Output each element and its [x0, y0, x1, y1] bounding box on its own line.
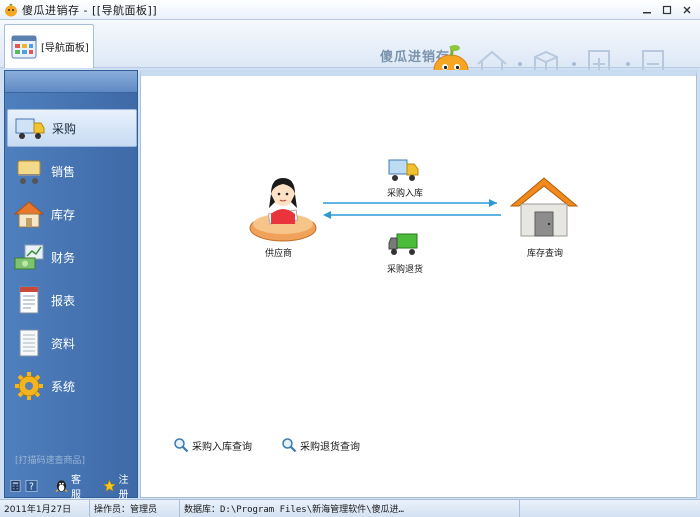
status-empty [520, 500, 700, 517]
supplier-node[interactable] [245, 172, 321, 248]
magnifier-icon [282, 438, 297, 453]
blue-truck-icon [388, 159, 419, 181]
purchase-in-node[interactable] [387, 156, 421, 184]
status-date: 2011年1月27日 [0, 499, 90, 517]
sidebar-item-label: 资料 [51, 336, 76, 351]
calculator-icon[interactable] [9, 479, 22, 493]
app-logo-icon [5, 3, 17, 16]
sidebar-item-finance[interactable]: 财务 [7, 238, 137, 276]
document-icon [19, 329, 39, 357]
maximize-icon[interactable] [658, 2, 676, 17]
window-title: 傻瓜进销存 - [[导航面板]] [22, 3, 158, 17]
money-chart-icon [14, 244, 44, 270]
purchase-in-query-link[interactable]: 采购入库查询 [173, 437, 252, 453]
sidebar-item-system[interactable]: 系统 [7, 367, 137, 405]
sidebar-item-label: 销售 [51, 164, 76, 179]
toolbar-separator [626, 62, 630, 66]
window-grid-icon [11, 35, 37, 58]
close-icon[interactable] [678, 2, 696, 17]
help-icon[interactable]: ? [25, 479, 38, 493]
warehouse-icon [509, 177, 579, 237]
toolbar: [导航面板] 傻瓜进销存 [0, 20, 700, 86]
sidebar-item-label: 财务 [51, 250, 76, 265]
inventory-query-node[interactable] [509, 172, 579, 242]
inventory-query-label: 库存查询 [527, 249, 564, 259]
title-bar: 傻瓜进销存 - [[导航面板]] [0, 0, 700, 20]
register-link[interactable]: 注册 [118, 471, 137, 501]
magnifier-icon [174, 438, 189, 453]
sidebar-item-purchase[interactable]: 采购 [7, 109, 137, 147]
supplier-person-icon [249, 178, 317, 242]
query-link-label: 采购退货查询 [300, 441, 360, 453]
sidebar-item-report[interactable]: 报表 [7, 281, 137, 319]
green-truck-icon [388, 233, 418, 255]
sidebar-bottom-bar: ? 客服 注册 [5, 475, 137, 501]
purchase-return-arrow [323, 211, 501, 219]
toolbar-separator [572, 62, 576, 66]
qq-penguin-icon [55, 480, 68, 493]
barcode-search-hint[interactable]: [打描码速查商品] [15, 453, 85, 466]
sidebar-item-label: 库存 [51, 207, 76, 222]
sidebar-item-data[interactable]: 资料 [7, 324, 137, 362]
sidebar: 采购 销售 库存 财务 报表 资料 系统 [打描码速查商品] ? 客服 注册 [4, 70, 138, 501]
status-operator: 操作员：管理员 [90, 499, 180, 517]
purchase-return-node[interactable] [387, 230, 421, 258]
sidebar-header [5, 71, 137, 93]
purchase-return-query-link[interactable]: 采购退货查询 [281, 437, 360, 453]
customer-service-link[interactable]: 客服 [71, 471, 90, 501]
query-link-label: 采购入库查询 [192, 441, 252, 453]
supplier-label: 供应商 [265, 249, 293, 259]
window-controls [638, 2, 696, 17]
report-icon [19, 286, 39, 314]
cart-icon [17, 160, 41, 184]
status-bar: 2011年1月27日 操作员：管理员 数据库：D:\Program Files\… [0, 499, 700, 517]
purchase-return-label[interactable]: 采购退货 [387, 262, 423, 275]
sidebar-item-label: 报表 [51, 293, 76, 308]
status-database: 数据库：D:\Program Files\新海管理软件\傻瓜进… [180, 499, 520, 517]
purchase-in-arrow [323, 199, 497, 207]
truck-icon [15, 118, 45, 139]
toolbar-separator [518, 62, 522, 66]
svg-text:?: ? [29, 482, 34, 493]
gear-icon [15, 372, 43, 400]
house-icon [13, 201, 45, 228]
minimize-icon[interactable] [638, 2, 656, 17]
sidebar-item-sales[interactable]: 销售 [7, 152, 137, 190]
tab-label: [导航面板] [41, 43, 89, 54]
sidebar-item-label: 采购 [52, 121, 77, 136]
tab-navigation-panel[interactable]: [导航面板] [4, 24, 94, 68]
sidebar-item-label: 系统 [51, 379, 76, 394]
navigation-panel: 供应商 采购入库 采购退货 库存查询 采购入库查询 采购退货查询 [140, 70, 697, 498]
star-icon [102, 479, 116, 492]
purchase-in-label[interactable]: 采购入库 [387, 186, 423, 199]
sidebar-item-inventory[interactable]: 库存 [7, 195, 137, 233]
